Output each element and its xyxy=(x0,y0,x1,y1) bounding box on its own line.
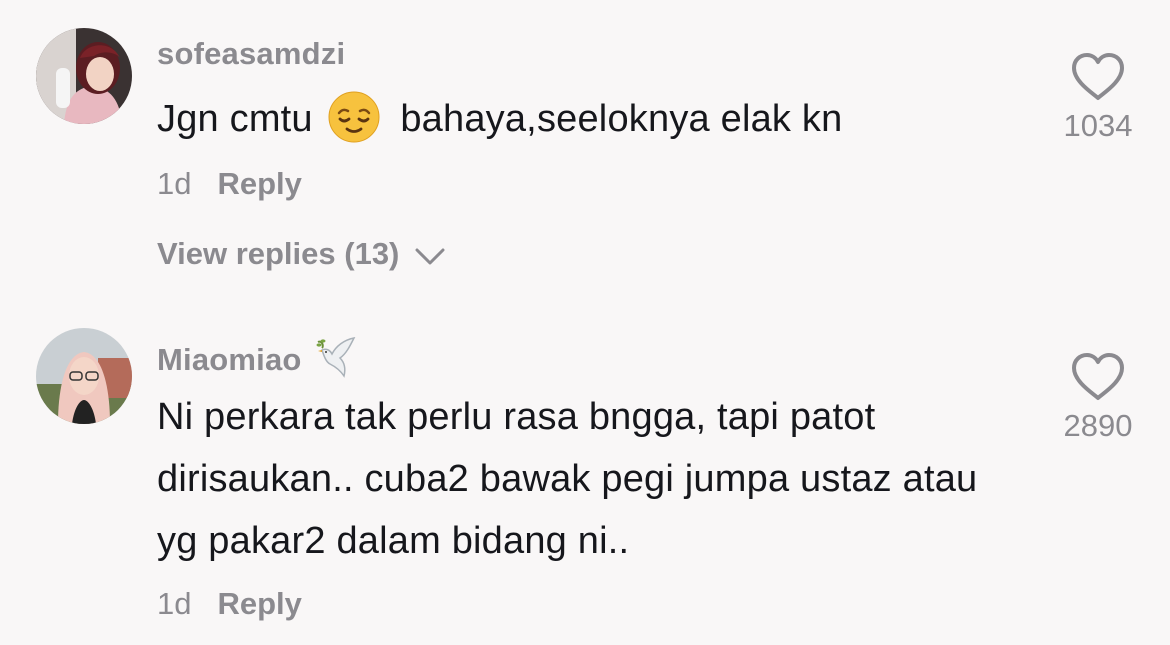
dove-emoji-icon xyxy=(316,336,356,378)
username[interactable]: sofeasamdzi xyxy=(157,36,345,72)
heart-icon xyxy=(1072,53,1124,100)
username[interactable]: Miaomiao xyxy=(157,336,358,380)
heart-icon xyxy=(1072,353,1124,400)
like-count: 1034 xyxy=(1063,108,1133,143)
view-replies-button[interactable]: View replies (13) xyxy=(157,236,446,272)
comment-meta: 1d Reply xyxy=(157,166,302,202)
like-button[interactable]: 2890 xyxy=(1028,352,1168,444)
timestamp: 1d xyxy=(157,586,192,621)
comment-list: sofeasamdzi Jgn cmtu bahaya,seeloknya el… xyxy=(0,0,1170,645)
avatar[interactable] xyxy=(36,328,132,424)
comment-meta: 1d Reply xyxy=(157,586,302,622)
reply-button[interactable]: Reply xyxy=(217,586,301,621)
comment-text: Jgn cmtu bahaya,seeloknya elak kn xyxy=(157,88,1037,150)
timestamp: 1d xyxy=(157,166,192,201)
comment-text: Ni perkara tak perlu rasa bngga, tapi pa… xyxy=(157,396,978,562)
username-text: Miaomiao xyxy=(157,342,302,377)
like-button[interactable]: 1034 xyxy=(1028,52,1168,144)
relieved-face-emoji-icon xyxy=(328,91,380,143)
comment-text-part: Jgn cmtu xyxy=(157,98,313,140)
view-replies-label: View replies (13) xyxy=(157,236,400,271)
avatar[interactable] xyxy=(36,28,132,124)
comment-text-part: bahaya,seeloknya elak kn xyxy=(400,98,843,140)
chevron-down-icon xyxy=(415,248,445,265)
like-count: 2890 xyxy=(1063,408,1133,443)
reply-button[interactable]: Reply xyxy=(217,166,301,201)
